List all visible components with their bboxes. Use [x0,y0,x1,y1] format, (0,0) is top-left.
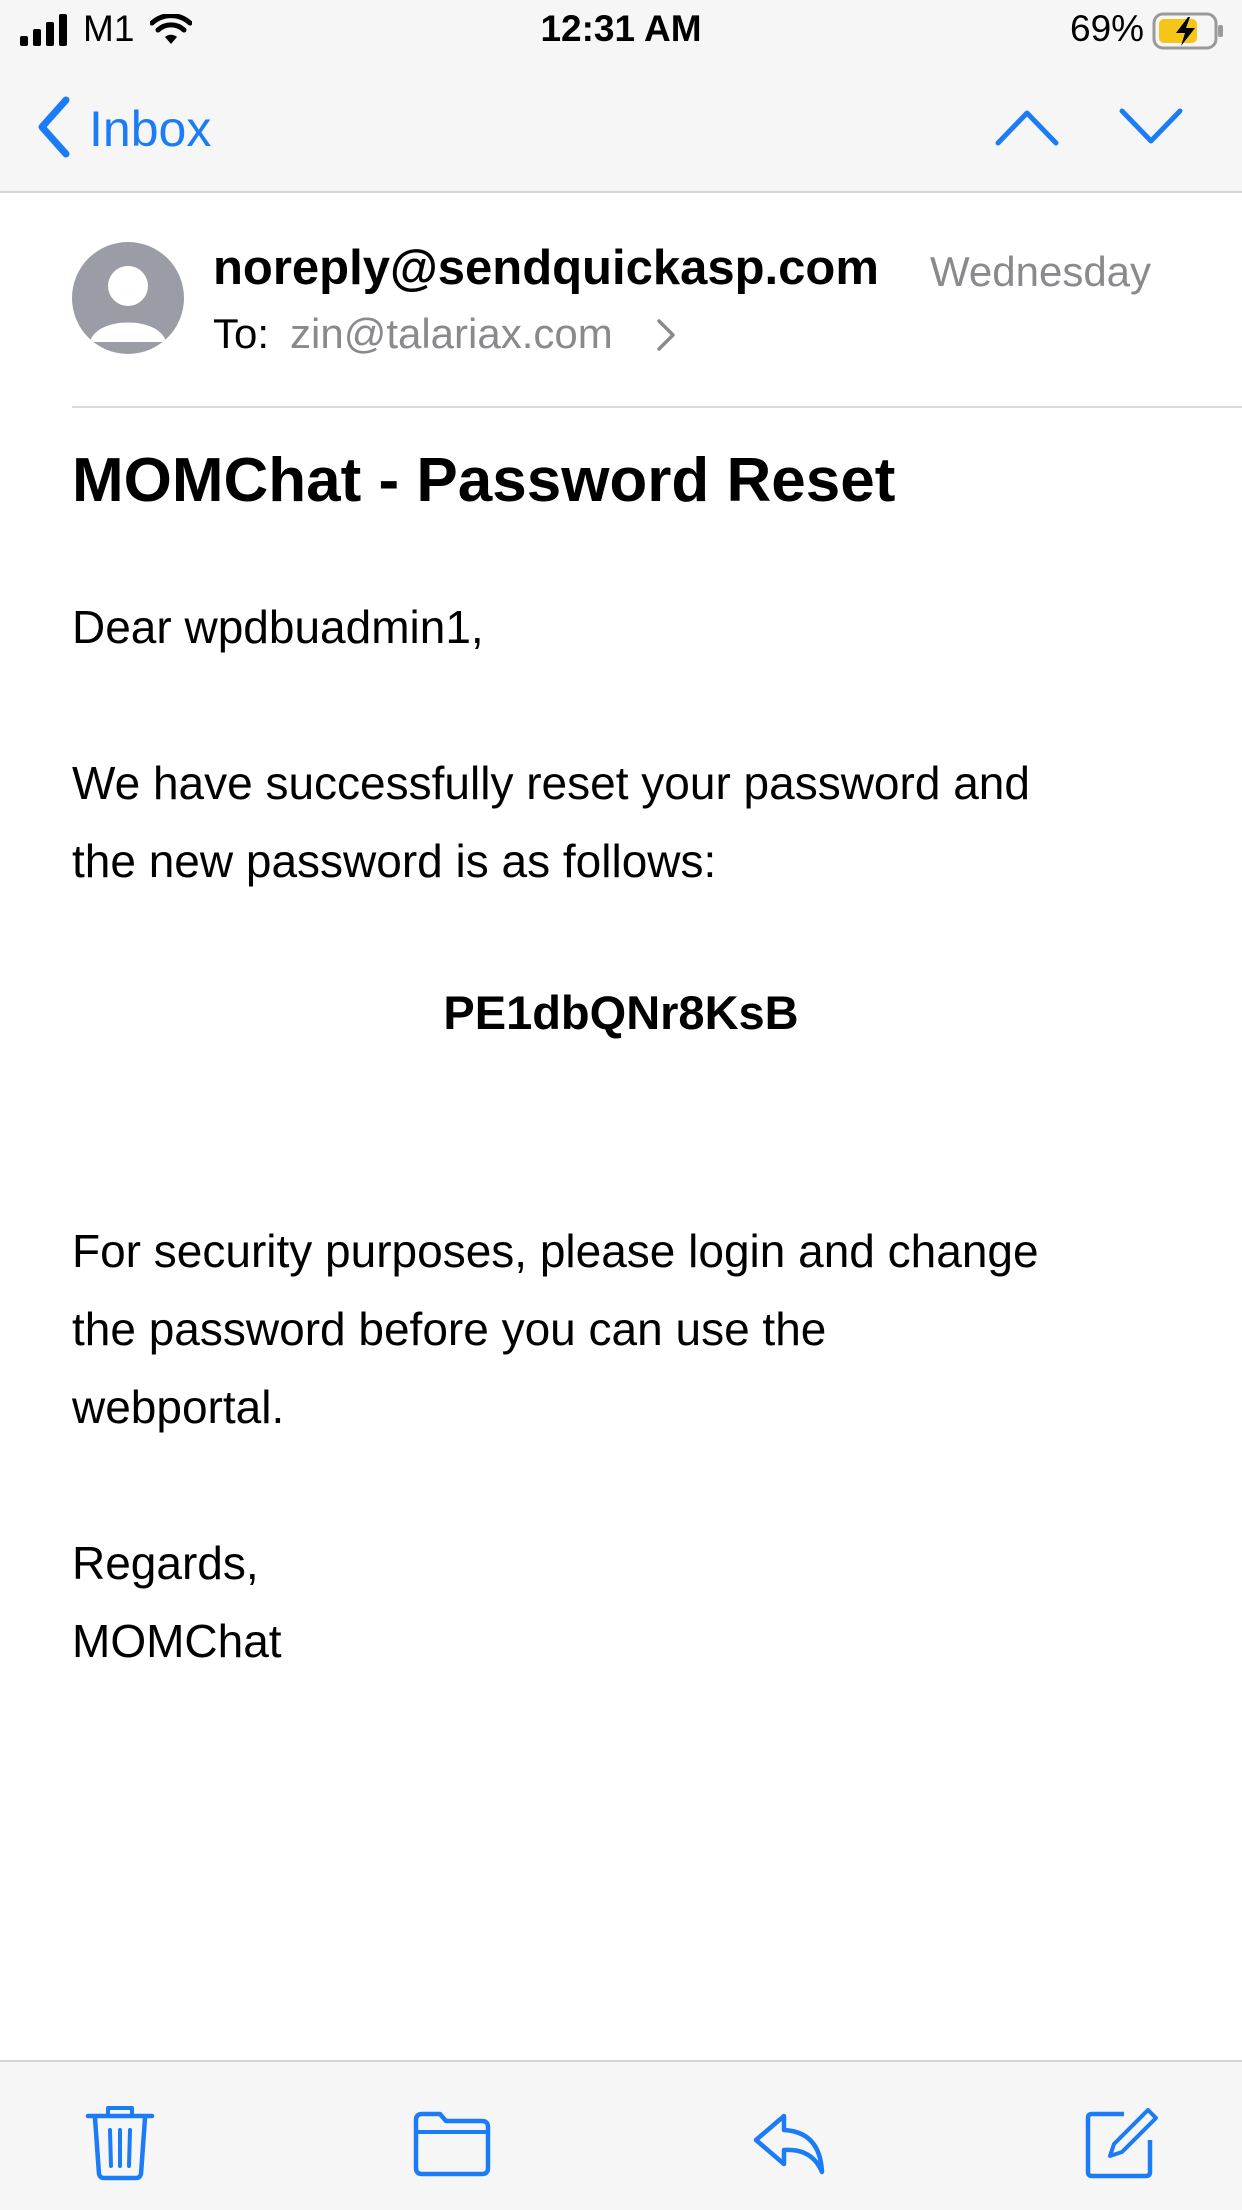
chevron-left-icon [38,96,70,158]
bottom-toolbar [0,2060,1242,2210]
sender-address[interactable]: noreply@sendquickasp.com [213,240,879,296]
back-label: Inbox [89,101,212,157]
chevron-up-icon[interactable] [994,107,1060,147]
signoff: Regards, [72,1537,259,1589]
recipient-address[interactable]: zin@talariax.com [290,310,613,358]
chevron-down-icon[interactable] [1118,107,1184,147]
trash-icon[interactable] [80,2102,160,2182]
status-time: 12:31 AM [540,8,702,49]
body-paragraph-2-line-1: For security purposes, please login and … [72,1225,1039,1277]
body-paragraph-2-line-3: webportal. [72,1381,285,1433]
signature: MOMChat [72,1615,282,1667]
folder-icon[interactable] [412,2102,492,2182]
reply-icon[interactable] [750,2102,830,2182]
new-password: PE1dbQNr8KsB [443,986,799,1039]
person-icon [90,266,166,342]
status-bar: M1 12:31 AM 69% [0,0,1242,62]
message-subject: MOMChat - Password Reset [72,446,896,515]
body-paragraph-1-line-2: the new password is as follows: [72,835,717,887]
sender-avatar [72,242,184,354]
body-paragraph-1-line-1: We have successfully reset your password… [72,757,1030,809]
compose-icon[interactable] [1080,2102,1160,2182]
battery-charging-icon [1152,12,1223,50]
message-date: Wednesday [930,248,1152,295]
body-paragraph-2-line-2: the password before you can use the [72,1303,827,1355]
navigation-bar: Inbox [0,62,1242,193]
greeting: Dear wpdbuadmin1, [72,601,484,653]
header-divider [72,406,1242,408]
battery-percent: 69% [1070,8,1145,49]
chevron-right-icon[interactable] [655,318,677,352]
back-to-inbox-button[interactable]: Inbox [30,90,230,166]
to-label: To: [213,310,270,357]
